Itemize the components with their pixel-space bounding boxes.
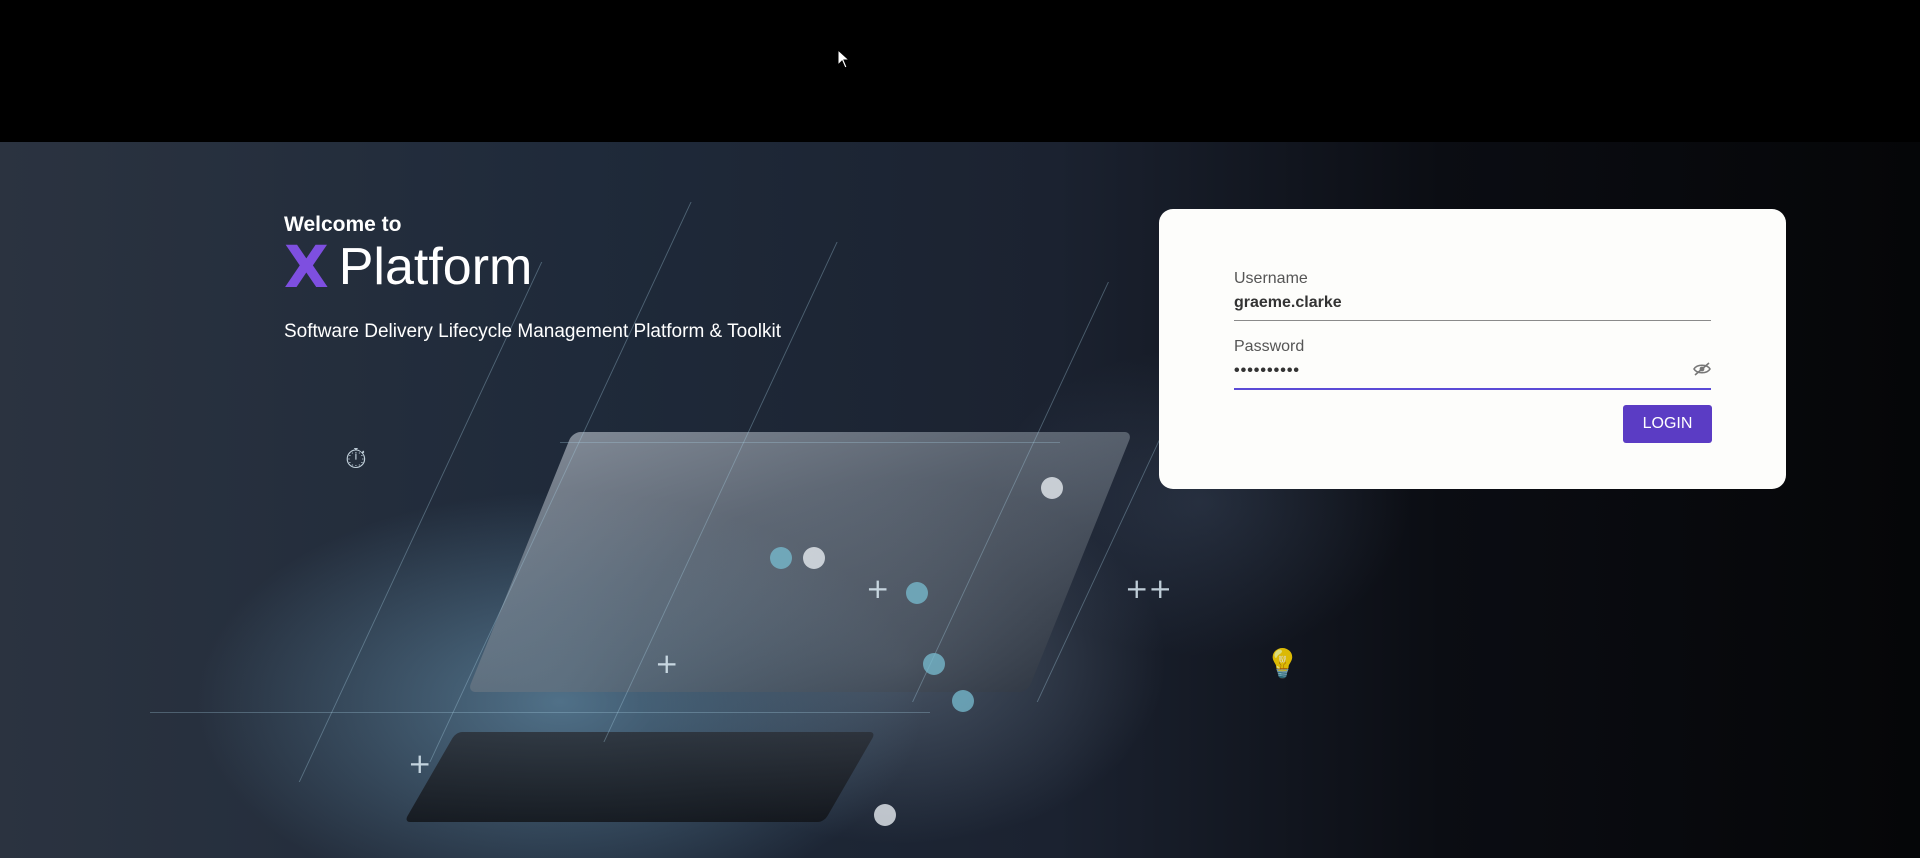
login-card: Username graeme.clarke Password ••••••••…: [1159, 209, 1786, 489]
login-button[interactable]: LOGIN: [1623, 405, 1712, 443]
brand-logo: X Platform: [284, 238, 532, 296]
username-label: Username: [1234, 270, 1308, 287]
overlay-dot: [874, 804, 896, 826]
platform-name: Platform: [338, 238, 533, 296]
password-label: Password: [1234, 338, 1305, 355]
username-input[interactable]: graeme.clarke: [1234, 294, 1711, 321]
keyboard-illustration: [404, 732, 876, 822]
password-input[interactable]: ••••••••••: [1234, 362, 1711, 390]
plus-icon: +: [655, 647, 679, 680]
overlay-dot: [923, 653, 945, 675]
username-field[interactable]: Username graeme.clarke: [1234, 270, 1711, 321]
overlay-dot: [770, 547, 792, 569]
x-logo-icon: X: [284, 233, 329, 301]
stopwatch-icon: ⏱: [345, 442, 367, 475]
password-value: ••••••••••: [1234, 362, 1301, 379]
laptop-illustration: [467, 432, 1133, 692]
overlay-dot: [906, 582, 928, 604]
overlay-dot: [1041, 477, 1063, 499]
password-field[interactable]: Password ••••••••••: [1234, 338, 1711, 390]
lightbulb-icon: 💡: [1265, 647, 1300, 680]
top-black-band: [0, 0, 1920, 142]
overlay-line: [150, 712, 930, 713]
tagline: Software Delivery Lifecycle Management P…: [284, 321, 782, 342]
overlay-dot: [803, 547, 825, 569]
plus-icon: +: [408, 747, 432, 780]
overlay-dot: [952, 690, 974, 712]
overlay-line: [560, 442, 1060, 443]
mouse-cursor-icon: [837, 49, 851, 69]
eye-off-icon[interactable]: [1693, 362, 1711, 376]
plus-icon: ++: [1125, 572, 1172, 605]
plus-icon: +: [866, 572, 890, 605]
